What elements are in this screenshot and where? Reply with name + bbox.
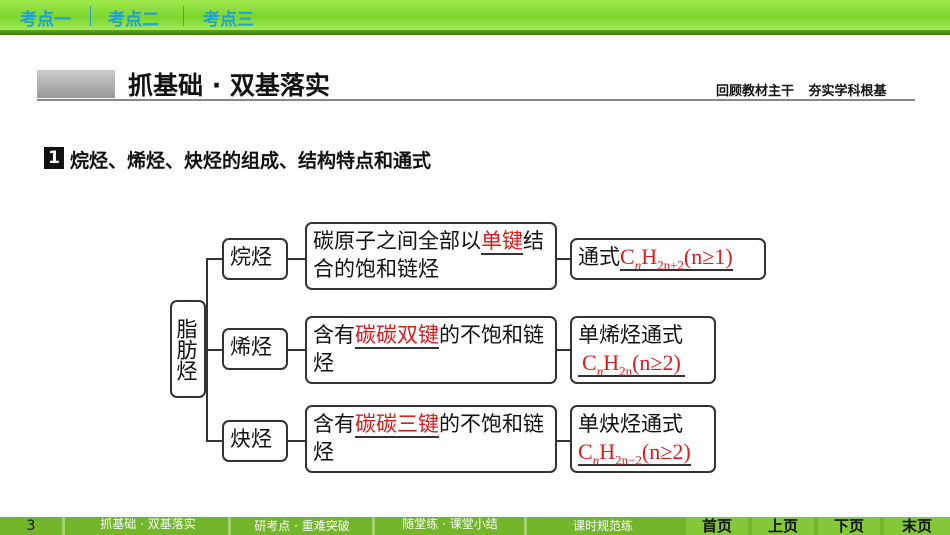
page-title: 抓基础 · 双基落实 [128,71,330,100]
prev-page-button[interactable]: 上页 [752,517,814,535]
section-number: 1 [44,147,64,169]
footer-link-basics[interactable]: 抓基础 · 双基落实 [68,517,228,535]
tab-kaodian-1[interactable]: 考点一 [20,5,71,30]
node-alkene: 烯烃 [222,328,288,370]
connector [288,440,305,442]
first-page-button[interactable]: 首页 [686,517,748,535]
key-answer: 碳碳双键 [355,323,439,349]
header-decoration [37,70,115,98]
footer-link-keypoints[interactable]: 研考点 · 重难突破 [232,517,372,535]
connector [206,440,222,442]
formula-label: 通式 [578,245,620,269]
page-subtitle: 回顾教材主干 夯实学科根基 [716,84,887,99]
node-alkyne: 炔烃 [222,420,288,462]
desc-text: 碳原子之间全部以 [313,229,481,253]
top-divider [0,30,950,35]
connector [206,349,222,351]
top-nav-bar: 考点一 考点二 考点三 [0,0,950,30]
tab-kaodian-3[interactable]: 考点三 [203,5,254,30]
formula-label: 单烯烃通式 [578,323,683,347]
tab-divider [90,6,91,26]
footer-divider [228,517,231,535]
connector [288,349,305,351]
formula-label: 单炔烃通式 [578,412,683,436]
desc-text: 含有 [313,412,355,436]
tab-kaodian-2[interactable]: 考点二 [108,5,159,30]
formula-alkene: 单烯烃通式 CnH2n(n≥2) [570,316,716,384]
desc-alkane: 碳原子之间全部以单键结合的饱和链烃 [305,222,557,290]
footer-link-exercises[interactable]: 课时规范练 [528,517,678,535]
node-alkane: 烷烃 [222,238,288,280]
formula: CnH2n−2(n≥2) [578,439,691,468]
footer-divider [372,517,375,535]
connector [288,258,305,260]
footer-link-practice[interactable]: 随堂练 · 课堂小结 [376,517,524,535]
formula: CnH2n+2(n≥1) [620,244,733,273]
footer-bar: 3 抓基础 · 双基落实 研考点 · 重难突破 随堂练 · 课堂小结 课时规范练… [0,517,950,535]
key-answer: 碳碳三键 [355,412,439,438]
formula-alkane: 通式CnH2n+2(n≥1) [570,238,766,280]
section-title: 烷烃、烯烃、炔烃的组成、结构特点和通式 [70,150,432,172]
root-node: 脂肪烃 [170,300,206,398]
last-page-button[interactable]: 末页 [884,517,950,535]
tab-divider [183,6,184,26]
desc-text: 含有 [313,323,355,347]
connector [557,258,570,260]
header-underline [37,99,915,101]
page-number: 3 [26,518,36,534]
formula: CnH2n(n≥2) [578,350,685,378]
connector [557,349,570,351]
next-page-button[interactable]: 下页 [818,517,880,535]
formula-alkyne: 单炔烃通式 CnH2n−2(n≥2) [570,405,716,473]
footer-divider [62,517,65,535]
connector [557,440,570,442]
desc-alkene: 含有碳碳双键的不饱和链烃 [305,316,557,384]
key-answer: 单键 [481,229,523,255]
footer-divider [524,517,527,535]
connector [206,258,222,260]
desc-alkyne: 含有碳碳三键的不饱和链烃 [305,405,557,473]
